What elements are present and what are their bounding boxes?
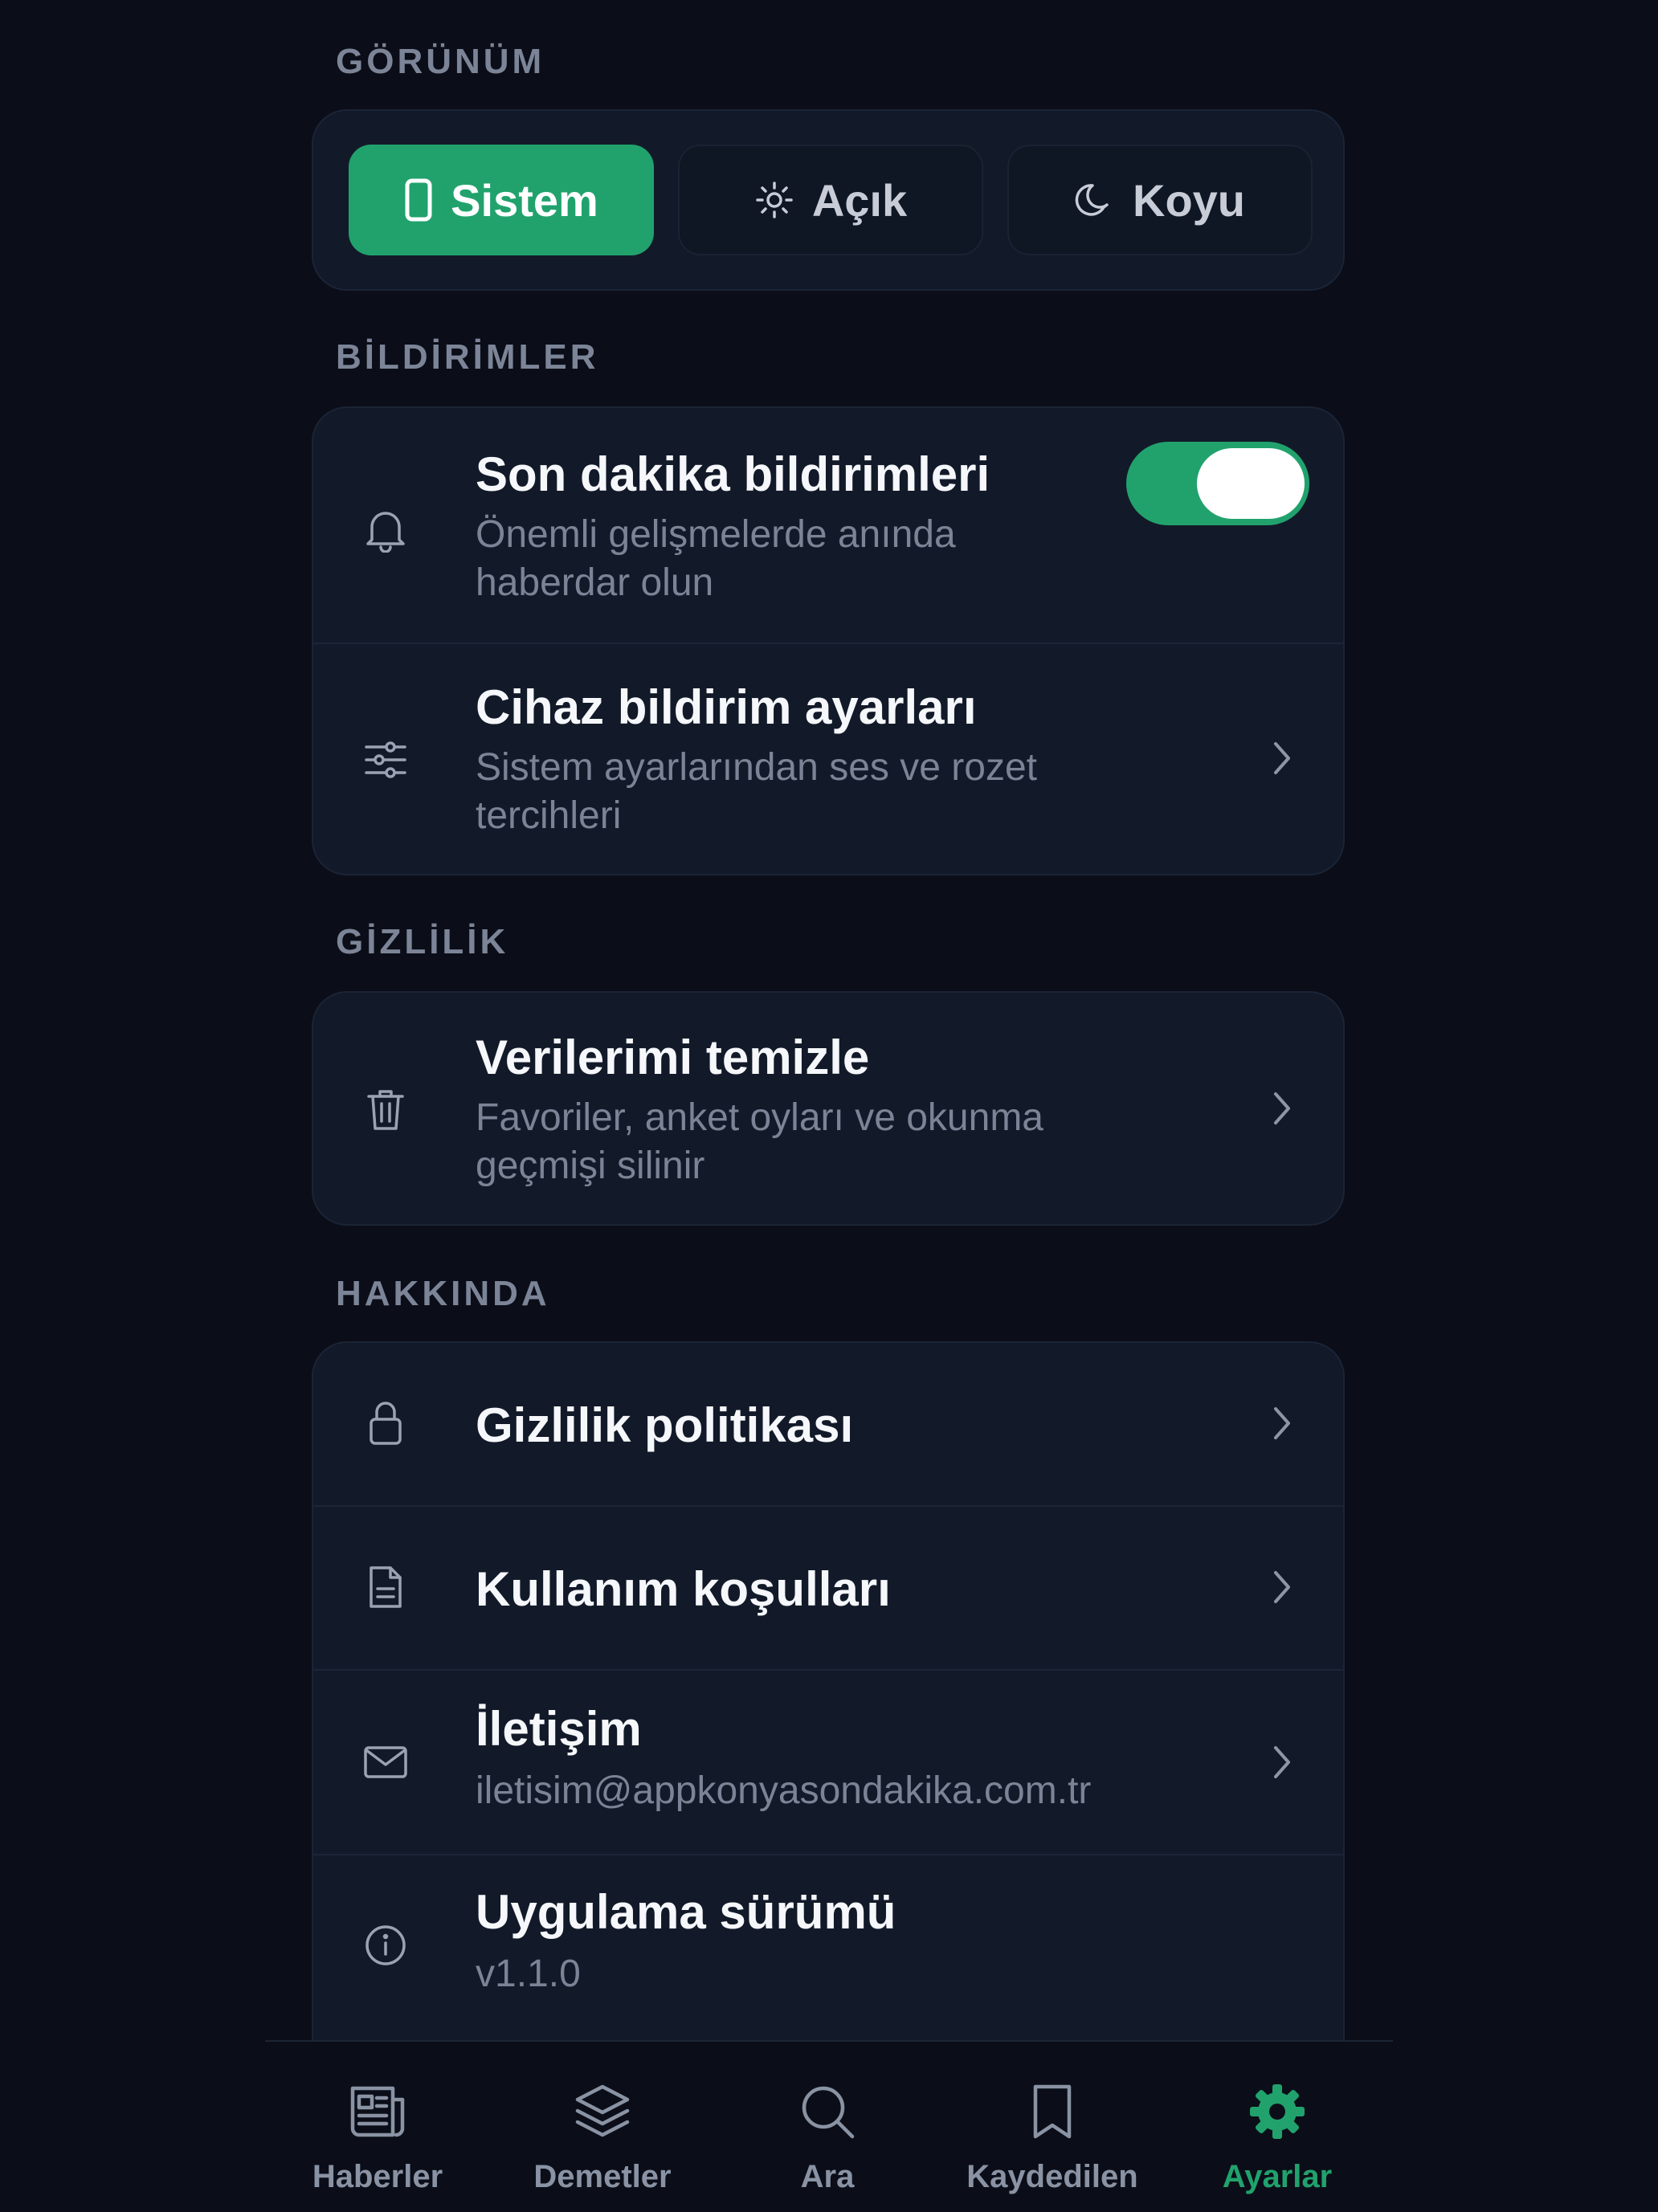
newspaper-icon (348, 2082, 407, 2145)
chevron-right-icon (1266, 734, 1298, 782)
theme-option-label: Sistem (451, 174, 598, 226)
layers-icon (573, 2082, 632, 2145)
section-label-notifications: BİLDİRİMLER (336, 337, 599, 377)
search-icon (798, 2082, 857, 2145)
tab-ara[interactable]: Ara (715, 2042, 940, 2212)
gear-icon (1248, 2082, 1307, 2145)
mail-icon (345, 1722, 426, 1802)
tab-label: Ayarlar (1222, 2159, 1333, 2194)
tab-label: Kaydedilen (966, 2159, 1138, 2194)
appearance-card: Sistem Açık Koyu (312, 109, 1345, 291)
app-version-row: Uygulama sürümü v1.1.0 (313, 1855, 1343, 2040)
phone-icon (404, 178, 433, 222)
moon-icon (1075, 180, 1115, 220)
breaking-news-subtitle: Önemli gelişmelerde anında haberdar olun (476, 513, 956, 604)
about-card: Gizlilik politikası Kullanım koşulları İ… (312, 1341, 1345, 2096)
device-settings-title: Cihaz bildirim ayarları (476, 680, 977, 734)
tab-label: Demetler (533, 2159, 672, 2194)
tab-label: Ara (800, 2159, 855, 2194)
theme-option-light[interactable]: Açık (678, 145, 983, 255)
notifications-card: Son dakika bildirimleri Önemli gelişmele… (312, 406, 1345, 875)
app-version-value: v1.1.0 (476, 1953, 581, 1995)
theme-option-label: Koyu (1133, 174, 1245, 226)
privacy-policy-row[interactable]: Gizlilik politikası (313, 1343, 1343, 1505)
device-settings-subtitle: Sistem ayarlarından ses ve rozet tercihl… (476, 746, 1037, 837)
terms-of-use-row[interactable]: Kullanım koşulları (313, 1507, 1343, 1669)
clear-data-title: Verilerimi temizle (476, 1030, 870, 1084)
clear-data-subtitle: Favoriler, anket oyları ve okunma geçmiş… (476, 1096, 1043, 1187)
tab-demetler[interactable]: Demetler (490, 2042, 715, 2212)
breaking-news-row: Son dakika bildirimleri Önemli gelişmele… (313, 408, 1343, 643)
tab-ayarlar[interactable]: Ayarlar (1165, 2042, 1390, 2212)
clear-data-row[interactable]: Verilerimi temizle Favoriler, anket oyla… (313, 993, 1343, 1224)
contact-email: iletisim@appkonyasondakika.com.tr (476, 1769, 1092, 1812)
app-version-title: Uygulama sürümü (476, 1885, 896, 1939)
section-label-about: HAKKINDA (336, 1274, 550, 1313)
section-label-privacy: GİZLİLİK (336, 922, 509, 961)
toggle-knob (1197, 448, 1305, 519)
contact-row[interactable]: İletişim iletisim@appkonyasondakika.com.… (313, 1671, 1343, 1855)
privacy-card: Verilerimi temizle Favoriler, anket oyla… (312, 991, 1345, 1226)
chevron-right-icon (1266, 1399, 1298, 1447)
document-icon (345, 1547, 426, 1627)
device-notification-settings-row[interactable]: Cihaz bildirim ayarları Sistem ayarların… (313, 643, 1343, 874)
info-icon (345, 1905, 426, 1985)
chevron-right-icon (1266, 1563, 1298, 1611)
theme-option-system[interactable]: Sistem (349, 145, 654, 255)
chevron-right-icon (1266, 1084, 1298, 1133)
lock-icon (345, 1383, 426, 1463)
tab-kaydedilen[interactable]: Kaydedilen (940, 2042, 1165, 2212)
trash-icon (345, 1070, 426, 1150)
tab-label: Haberler (312, 2159, 443, 2194)
bookmark-icon (1023, 2082, 1082, 2145)
sliders-icon (345, 720, 426, 800)
breaking-news-toggle[interactable] (1126, 442, 1309, 525)
chevron-right-icon (1266, 1738, 1298, 1786)
bell-icon (345, 488, 426, 569)
terms-of-use-title: Kullanım koşulları (476, 1562, 891, 1616)
contact-title: İletişim (476, 1702, 642, 1756)
bottom-tab-bar: Haberler Demetler Ara Kaydedilen Ayarlar (265, 2040, 1393, 2212)
breaking-news-title: Son dakika bildirimleri (476, 447, 990, 501)
theme-option-dark[interactable]: Koyu (1007, 145, 1313, 255)
section-label-appearance: GÖRÜNÜM (336, 42, 545, 81)
theme-option-label: Açık (811, 174, 908, 226)
privacy-policy-title: Gizlilik politikası (476, 1398, 854, 1452)
tab-haberler[interactable]: Haberler (265, 2042, 490, 2212)
sun-icon (754, 180, 794, 220)
